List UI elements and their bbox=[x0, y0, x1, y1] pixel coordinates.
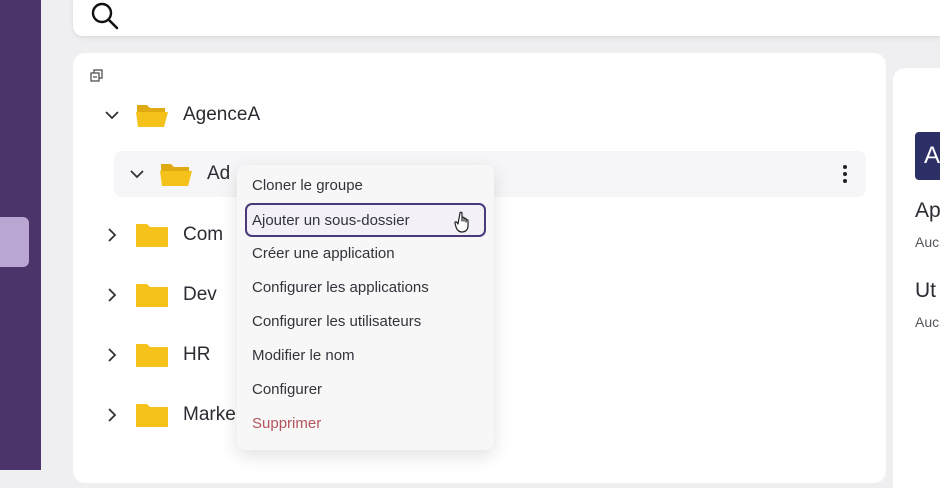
details-panel bbox=[893, 68, 940, 488]
menu-item-clone-group[interactable]: Cloner le groupe bbox=[245, 170, 486, 200]
tree-node-label: HR bbox=[183, 344, 211, 365]
chevron-right-icon[interactable] bbox=[103, 286, 121, 304]
search-icon[interactable] bbox=[90, 1, 120, 31]
tree-node-agencea[interactable]: AgenceA bbox=[103, 92, 260, 138]
chevron-right-icon[interactable] bbox=[103, 406, 121, 424]
tree-node-label: Ad bbox=[207, 163, 231, 184]
menu-item-configure-users[interactable]: Configurer les utilisateurs bbox=[245, 306, 486, 336]
folder-icon bbox=[136, 284, 168, 307]
menu-item-configure-applications[interactable]: Configurer les applications bbox=[245, 272, 486, 302]
folder-open-icon bbox=[160, 164, 192, 186]
search-bar[interactable] bbox=[73, 0, 940, 36]
menu-item-add-subfolder[interactable]: Ajouter un sous-dossier bbox=[245, 203, 486, 237]
folder-icon bbox=[136, 224, 168, 247]
chevron-down-icon[interactable] bbox=[128, 165, 146, 183]
tree-node-hr[interactable]: HR bbox=[103, 332, 210, 378]
collapse-all-icon[interactable] bbox=[90, 69, 103, 82]
applications-empty-text: Auc bbox=[915, 234, 940, 250]
menu-item-delete[interactable]: Supprimer bbox=[245, 408, 486, 438]
users-empty-text: Auc bbox=[915, 314, 940, 330]
folder-icon bbox=[136, 404, 168, 427]
folder-open-icon bbox=[136, 105, 168, 127]
tree-node-label: AgenceA bbox=[183, 104, 261, 125]
tree-node-com[interactable]: Com bbox=[103, 212, 223, 258]
sidebar-active-item[interactable] bbox=[0, 217, 29, 267]
menu-item-create-application[interactable]: Créer une application bbox=[245, 238, 486, 268]
tree-node-label: Dev bbox=[183, 284, 217, 305]
chevron-down-icon[interactable] bbox=[103, 106, 121, 124]
app-badge: A bbox=[915, 132, 940, 180]
hand-pointer-icon bbox=[454, 211, 469, 233]
more-options-icon[interactable] bbox=[842, 164, 848, 184]
chevron-right-icon[interactable] bbox=[103, 346, 121, 364]
menu-item-rename[interactable]: Modifier le nom bbox=[245, 340, 486, 370]
tree-node-dev[interactable]: Dev bbox=[103, 272, 217, 318]
users-title: Ut bbox=[915, 279, 936, 302]
applications-title: Ap bbox=[915, 199, 940, 222]
menu-item-configure[interactable]: Configurer bbox=[245, 374, 486, 404]
tree-node-label: Com bbox=[183, 224, 224, 245]
chevron-right-icon[interactable] bbox=[103, 226, 121, 244]
tree-node-marke[interactable]: Marke bbox=[103, 392, 236, 438]
folder-icon bbox=[136, 344, 168, 367]
tree-node-label: Marke bbox=[183, 404, 236, 425]
context-menu: Cloner le groupe Ajouter un sous-dossier… bbox=[237, 165, 494, 450]
